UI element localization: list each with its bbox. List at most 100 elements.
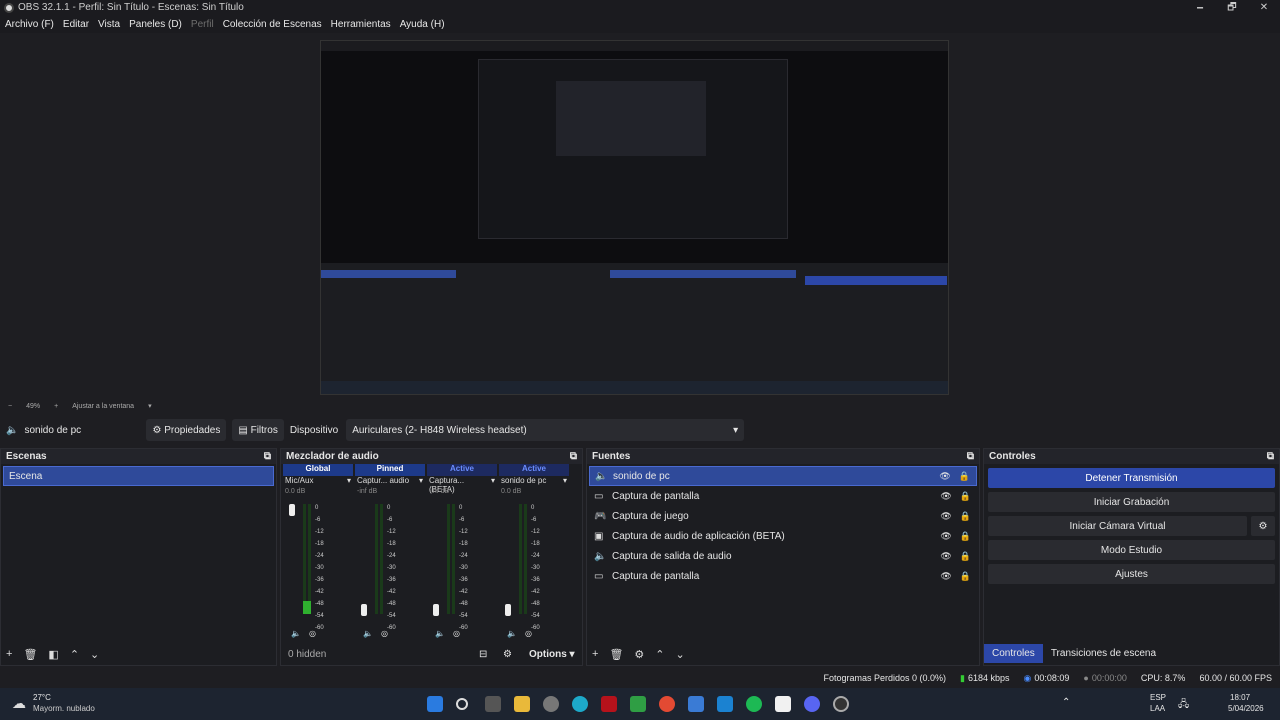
menu-archivo[interactable]: Archivo (F) <box>5 19 54 30</box>
channel-name-select[interactable]: Captur... audio ▾ <box>355 476 425 488</box>
start-recording-button[interactable]: Iniciar Grabación <box>988 492 1275 512</box>
store-icon[interactable] <box>688 696 704 712</box>
volume-fader[interactable] <box>433 604 439 616</box>
menu-herramientas[interactable]: Herramientas <box>331 19 391 30</box>
lock-icon[interactable]: 🔒 <box>960 511 971 522</box>
edge-icon[interactable] <box>572 696 588 712</box>
eye-icon[interactable]: 👁 <box>939 471 950 482</box>
language-1[interactable]: ESP <box>1150 693 1166 702</box>
start-icon[interactable] <box>427 696 443 712</box>
add-icon[interactable]: + <box>6 648 12 660</box>
undock-icon[interactable]: ⧉ <box>967 451 974 462</box>
weather-icon[interactable]: ☁ <box>12 695 26 712</box>
options-button[interactable]: Options ▾ <box>529 649 575 660</box>
filters-button[interactable]: ▤ Filtros <box>232 419 284 441</box>
discord-icon[interactable] <box>804 696 820 712</box>
network-icon[interactable]: 🖧 <box>1178 697 1189 714</box>
trash-icon[interactable]: 🗑 <box>23 648 37 661</box>
clock-date[interactable]: 5/04/2026 <box>1228 704 1264 713</box>
zoom-in-button[interactable]: + <box>54 403 58 410</box>
undock-icon[interactable]: ⧉ <box>1267 451 1274 462</box>
clock-time[interactable]: 18:07 <box>1230 693 1250 702</box>
trash-icon[interactable]: 🗑 <box>609 648 623 661</box>
tab-transiciones[interactable]: Transiciones de escena <box>1043 644 1164 663</box>
photos-icon[interactable] <box>717 696 733 712</box>
move-down-icon[interactable]: ⌄ <box>676 648 685 661</box>
monitor-icon[interactable]: ◎ <box>381 629 388 638</box>
xbox-icon[interactable] <box>630 696 646 712</box>
move-up-icon[interactable]: ⌃ <box>655 648 664 661</box>
channel-name-select[interactable]: Captura... (BETA) ▾ <box>427 476 497 494</box>
obs-icon[interactable] <box>833 696 849 712</box>
volume-fader[interactable] <box>361 604 367 616</box>
menu-paneles[interactable]: Paneles (D) <box>129 19 182 30</box>
settings-button[interactable]: Ajustes <box>988 564 1275 584</box>
language-2[interactable]: LAA <box>1150 704 1165 713</box>
folder-icon[interactable] <box>514 696 530 712</box>
lock-icon[interactable]: 🔒 <box>960 491 971 502</box>
monitor-icon[interactable]: ◎ <box>453 629 460 638</box>
minimize-button[interactable]: 🗕 <box>1184 0 1216 15</box>
volume-fader[interactable] <box>289 504 295 516</box>
app-icon[interactable] <box>601 696 617 712</box>
search-icon[interactable] <box>456 698 468 710</box>
mute-icon[interactable]: 🔈 <box>507 629 517 638</box>
maximize-button[interactable]: 🗗 <box>1216 0 1248 15</box>
studio-mode-button[interactable]: Modo Estudio <box>988 540 1275 560</box>
close-button[interactable]: ✕ <box>1248 0 1280 15</box>
properties-button[interactable]: ⚙ Propiedades <box>146 419 227 441</box>
source-item[interactable]: ▭ Captura de pantalla 👁 🔒 <box>589 566 977 586</box>
mute-icon[interactable]: 🔈 <box>435 629 445 638</box>
device-select[interactable]: Auriculares (2- H848 Wireless headset) ▾ <box>346 419 745 441</box>
gear-icon[interactable]: ⚙ <box>634 648 644 661</box>
menu-ayuda[interactable]: Ayuda (H) <box>400 19 445 30</box>
monitor-icon[interactable]: ◎ <box>525 629 532 638</box>
spotify-icon[interactable] <box>746 696 762 712</box>
source-item[interactable]: 🔈 Captura de salida de audio 👁 🔒 <box>589 546 977 566</box>
menu-editar[interactable]: Editar <box>63 19 89 30</box>
lock-icon[interactable]: 🔒 <box>959 471 970 482</box>
menu-coleccion[interactable]: Colección de Escenas <box>223 19 322 30</box>
mixer-settings-icon[interactable]: ⚙ <box>503 649 512 660</box>
eye-icon[interactable]: 👁 <box>940 511 951 522</box>
chrome-icon[interactable] <box>659 696 675 712</box>
undock-icon[interactable]: ⧉ <box>570 451 577 462</box>
gear-icon[interactable]: ⚙ <box>1251 516 1275 536</box>
lock-icon[interactable]: 🔒 <box>960 571 971 582</box>
eye-icon[interactable]: 👁 <box>940 551 951 562</box>
menu-vista[interactable]: Vista <box>98 19 120 30</box>
volume-fader[interactable] <box>505 604 511 616</box>
move-up-icon[interactable]: ⌃ <box>70 648 79 661</box>
weather-text[interactable]: Mayorm. nublado <box>33 704 95 713</box>
stop-stream-button[interactable]: Detener Transmisión <box>988 468 1275 488</box>
lock-icon[interactable]: 🔒 <box>960 551 971 562</box>
chevron-up-icon[interactable]: ⌃ <box>1062 697 1070 708</box>
move-down-icon[interactable]: ⌄ <box>90 648 99 661</box>
mixer-layout-icon[interactable]: ⊟ <box>479 649 487 660</box>
mute-icon[interactable]: 🔈 <box>291 629 301 638</box>
filter-icon[interactable]: ◧ <box>48 648 58 661</box>
settings-app-icon[interactable] <box>543 696 559 712</box>
eye-icon[interactable]: 👁 <box>940 571 951 582</box>
source-item[interactable]: ▣ Captura de audio de aplicación (BETA) 👁 🔒 <box>589 526 977 546</box>
scene-item[interactable]: Escena <box>3 466 274 486</box>
source-item[interactable]: ▭ Captura de pantalla 👁 🔒 <box>589 486 977 506</box>
tab-controles[interactable]: Controles <box>984 644 1043 663</box>
eye-icon[interactable]: 👁 <box>940 491 951 502</box>
lock-icon[interactable]: 🔒 <box>960 531 971 542</box>
source-item[interactable]: 🔈 sonido de pc 👁 🔒 <box>589 466 977 486</box>
zoom-out-button[interactable]: − <box>8 403 12 410</box>
eye-icon[interactable]: 👁 <box>940 531 951 542</box>
virtual-camera-button[interactable]: Iniciar Cámara Virtual <box>988 516 1247 536</box>
add-icon[interactable]: + <box>592 648 598 660</box>
source-item[interactable]: 🎮 Captura de juego 👁 🔒 <box>589 506 977 526</box>
channel-name-select[interactable]: Mic/Aux ▾ <box>283 476 353 488</box>
undock-icon[interactable]: ⧉ <box>264 451 271 462</box>
task-view-icon[interactable] <box>485 696 501 712</box>
monitor-icon[interactable]: ◎ <box>309 629 316 638</box>
chevron-down-icon[interactable]: ▾ <box>148 402 152 410</box>
channel-name-select[interactable]: sonido de pc ▾ <box>499 476 569 488</box>
office-icon[interactable] <box>775 696 791 712</box>
fit-window-option[interactable]: Ajustar a la ventana <box>72 403 134 410</box>
temperature[interactable]: 27°C <box>33 693 51 702</box>
